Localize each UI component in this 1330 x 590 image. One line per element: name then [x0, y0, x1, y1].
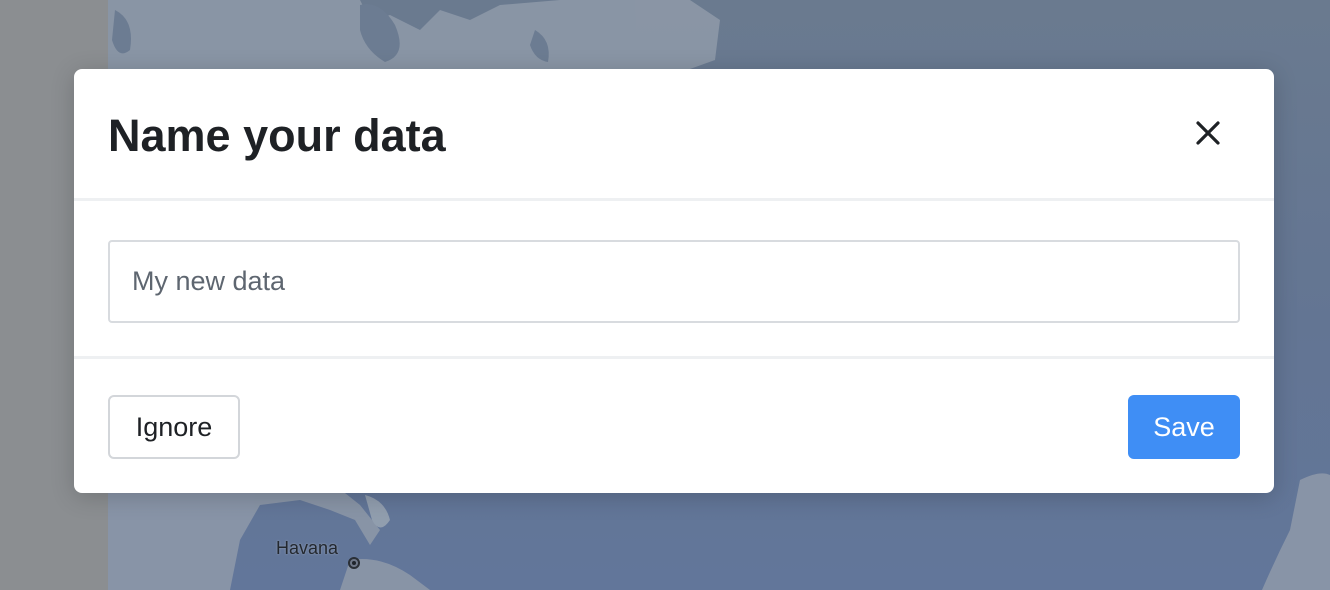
app-screen: Havana Name your data Ignore Save [0, 0, 1330, 590]
ignore-button[interactable]: Ignore [108, 395, 240, 459]
name-data-dialog: Name your data Ignore Save [74, 69, 1274, 493]
close-icon [1196, 121, 1220, 145]
dialog-title: Name your data [108, 110, 446, 161]
dialog-body [74, 201, 1274, 359]
save-button[interactable]: Save [1128, 395, 1240, 459]
dialog-header: Name your data [74, 69, 1274, 201]
close-button[interactable] [1187, 112, 1229, 154]
map-city-marker [348, 557, 360, 569]
data-name-input[interactable] [108, 240, 1240, 323]
dialog-footer: Ignore Save [74, 359, 1274, 493]
map-city-label: Havana [276, 538, 339, 558]
